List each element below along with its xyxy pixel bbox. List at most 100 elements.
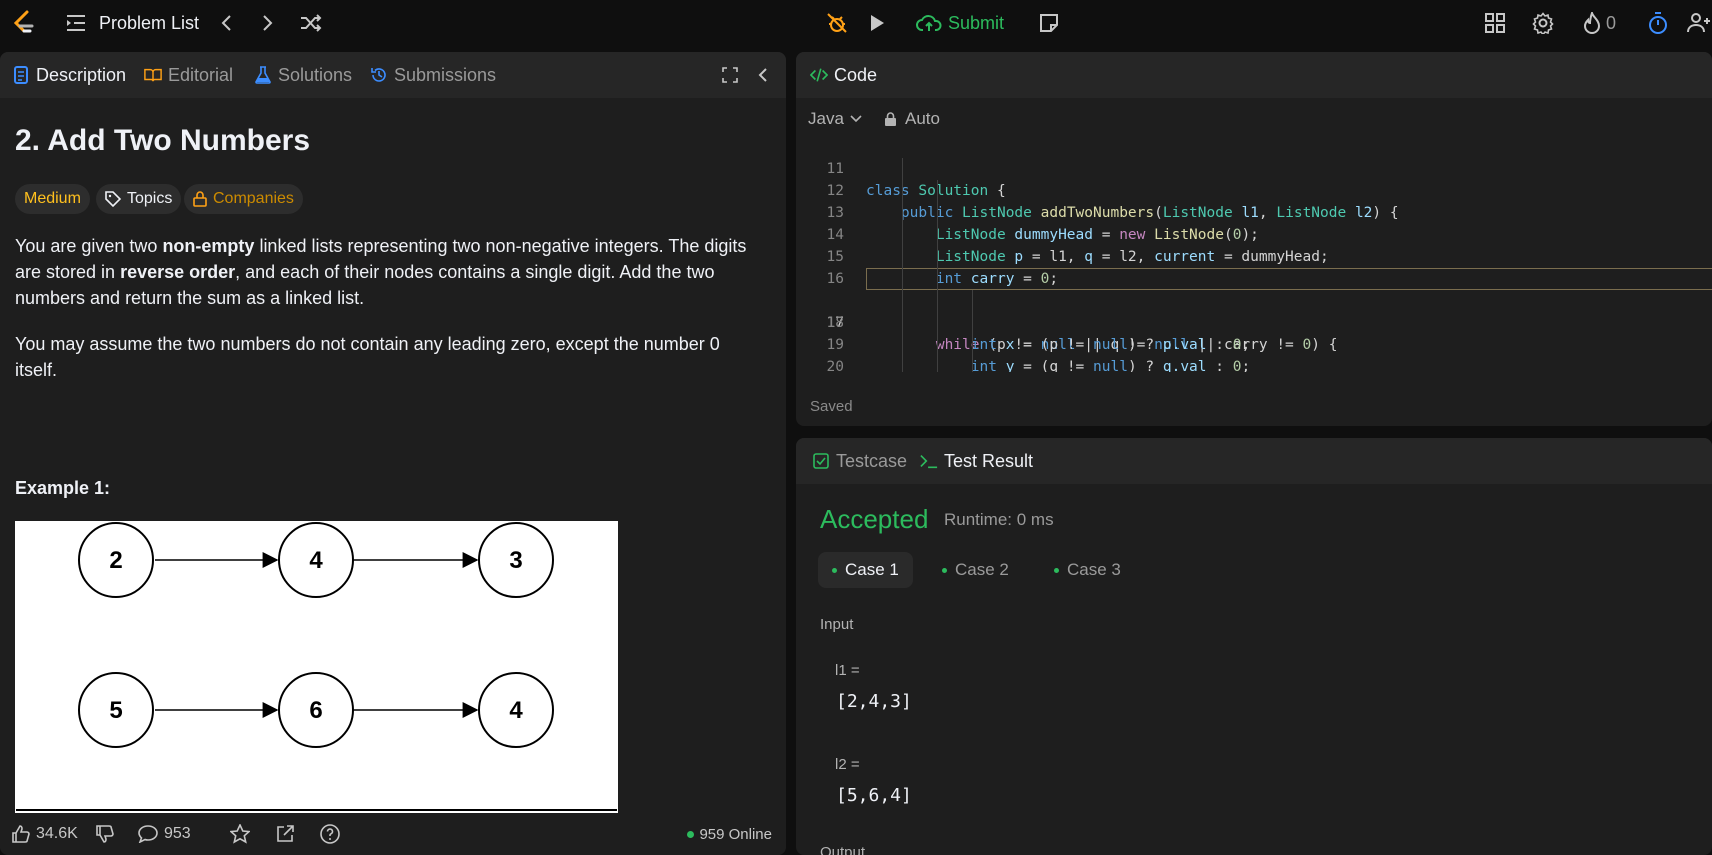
- tab-testcase[interactable]: Testcase: [812, 438, 907, 484]
- runtime-label: Runtime: 0 ms: [944, 510, 1054, 529]
- pass-dot: [1054, 567, 1059, 573]
- chevron-left-icon[interactable]: [214, 11, 238, 35]
- code-editor[interactable]: 11 class Solution { 12 public ListNode a…: [796, 136, 1712, 372]
- svg-text:3: 3: [509, 547, 522, 574]
- code-line: 13 ListNode dummyHead = new ListNode(0);: [826, 205, 1259, 243]
- pass-dot: [942, 567, 947, 573]
- problem-title: 2. Add Two Numbers: [15, 124, 311, 157]
- code-line-active: 17 while (p != null || q != null || carr…: [796, 268, 1712, 353]
- problem-note: You may assume the two numbers do not co…: [15, 334, 720, 380]
- chevron-right-icon[interactable]: [256, 11, 280, 35]
- input-name: l2 =: [835, 756, 860, 773]
- cloud-upload-icon: [916, 15, 942, 31]
- tab-editorial[interactable]: Editorial: [144, 52, 233, 98]
- pass-dot: [832, 567, 837, 573]
- submit-button[interactable]: Submit: [910, 6, 1010, 40]
- tab-submissions[interactable]: Submissions: [370, 52, 496, 98]
- code-brackets-icon: [810, 66, 828, 84]
- svg-text:5: 5: [109, 697, 122, 724]
- code-line: 18 int x = (p != null) ? p.val : 0;: [826, 315, 1251, 353]
- companies-tag[interactable]: Companies: [184, 184, 303, 214]
- timer-icon[interactable]: [1645, 10, 1671, 36]
- indent-guide: [902, 158, 903, 372]
- list-node: 2: [78, 522, 154, 598]
- example-figure: 2 4 3 5 6 4: [15, 521, 618, 855]
- like-button[interactable]: 34.6K: [12, 813, 78, 855]
- online-dot: [687, 830, 695, 838]
- submit-label: Submit: [947, 12, 1005, 33]
- test-result-panel: Testcase Test Result Accepted Runtime: 0…: [796, 438, 1712, 855]
- layout-icon[interactable]: [1482, 10, 1508, 36]
- description-footer: 34.6K 953 959 Online: [0, 813, 786, 855]
- code-line: 15 int carry = 0;: [826, 249, 1059, 287]
- indent-guide: [937, 180, 938, 372]
- problem-list-link[interactable]: Problem List: [99, 0, 199, 46]
- fullscreen-icon[interactable]: [722, 52, 738, 98]
- input-value: [2,4,3]: [836, 691, 912, 712]
- share-icon[interactable]: [276, 813, 294, 855]
- code-line: 11 class Solution {: [826, 161, 1006, 199]
- lock-icon: [885, 111, 896, 126]
- case-tab-2[interactable]: Case 2: [928, 552, 1023, 588]
- topics-tag[interactable]: Topics: [96, 184, 182, 214]
- comments-button[interactable]: 953: [138, 813, 191, 855]
- case-tab-3[interactable]: Case 3: [1040, 552, 1135, 588]
- comment-icon: [138, 825, 158, 843]
- help-icon[interactable]: [320, 813, 340, 855]
- tab-code[interactable]: Code: [810, 52, 877, 98]
- code-tab-bar: Code: [796, 52, 1712, 98]
- svg-text:4: 4: [509, 697, 523, 724]
- language-select[interactable]: Java: [808, 104, 862, 134]
- description-tab-bar: Description Editorial Solutions Submissi…: [0, 52, 786, 98]
- thumbs-down-icon: [96, 825, 114, 843]
- note-icon[interactable]: [1036, 10, 1062, 36]
- output-label: Output: [820, 844, 866, 855]
- star-icon[interactable]: [230, 813, 250, 855]
- code-line: 14 ListNode p = l1, q = l2, current = du…: [826, 227, 1329, 265]
- fire-icon[interactable]: [1580, 10, 1604, 36]
- list-node: 4: [478, 672, 554, 748]
- case-tab-1[interactable]: Case 1: [818, 552, 913, 588]
- lock-icon: [193, 191, 207, 207]
- add-user-icon[interactable]: [1686, 10, 1712, 36]
- list-node: 6: [278, 672, 354, 748]
- book-icon: [144, 66, 162, 84]
- tab-test-result[interactable]: Test Result: [920, 438, 1033, 484]
- document-icon: [12, 66, 30, 84]
- collapse-chevron-icon[interactable]: [758, 52, 768, 98]
- svg-text:2: 2: [109, 547, 122, 574]
- svg-text:6: 6: [309, 697, 322, 724]
- save-status: Saved: [810, 398, 853, 415]
- description-panel: Description Editorial Solutions Submissi…: [0, 52, 786, 855]
- code-line: 21 int sum = x + y + carry;: [796, 356, 1712, 372]
- play-icon[interactable]: [864, 10, 890, 36]
- difficulty-badge: Medium: [15, 184, 90, 214]
- list-icon[interactable]: [64, 11, 88, 35]
- dislike-button[interactable]: [96, 813, 114, 855]
- auto-mode-toggle[interactable]: Auto: [884, 104, 940, 134]
- chevron-down-icon: [850, 115, 862, 123]
- thumbs-up-icon: [12, 825, 30, 843]
- tag-icon: [105, 191, 121, 207]
- shuffle-icon[interactable]: [298, 11, 324, 35]
- debug-icon[interactable]: [824, 10, 850, 36]
- code-line: 12 public ListNode addTwoNumbers(ListNod…: [826, 183, 1399, 221]
- top-navigation-bar: Problem List Submit 0: [0, 0, 1712, 46]
- input-label: Input: [820, 616, 854, 633]
- indent-guide: [972, 290, 973, 372]
- list-node: 4: [278, 522, 354, 598]
- input-name: l1 =: [835, 662, 860, 679]
- code-line: 20: [826, 359, 844, 372]
- list-node: 3: [478, 522, 554, 598]
- tab-description[interactable]: Description: [12, 52, 126, 98]
- gear-icon[interactable]: [1530, 10, 1556, 36]
- example-label: Example 1:: [15, 478, 111, 498]
- leetcode-logo-icon[interactable]: [8, 8, 38, 38]
- test-tab-bar: Testcase Test Result: [796, 438, 1712, 484]
- streak-count: 0: [1606, 13, 1617, 33]
- history-icon: [370, 66, 388, 84]
- tab-solutions[interactable]: Solutions: [254, 52, 352, 98]
- online-count: 959 Online: [687, 813, 772, 855]
- svg-text:4: 4: [309, 547, 323, 574]
- checkbox-icon: [812, 452, 830, 470]
